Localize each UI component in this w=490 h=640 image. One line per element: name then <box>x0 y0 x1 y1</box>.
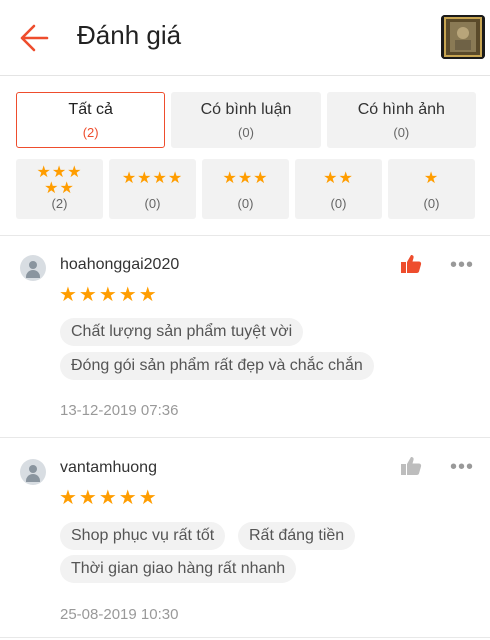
star-icons: ★★ <box>323 170 354 187</box>
star-filter-count: (2) <box>51 196 68 211</box>
filter-tab-with-image[interactable]: Có hình ảnh (0) <box>326 92 476 148</box>
arrow-left-icon <box>20 24 49 52</box>
divider <box>0 235 490 236</box>
review-tag: Chất lượng sản phẩm tuyệt vời <box>60 318 304 346</box>
review-tag: Thời gian giao hàng rất nhanh <box>60 555 297 583</box>
filter-tab-count: (0) <box>238 125 254 140</box>
star-filter-count: (0) <box>423 196 440 211</box>
filter-1-star[interactable]: ★ (0) <box>388 159 475 219</box>
review-tag: Rất đáng tiền <box>238 522 356 550</box>
filter-tab-label: Có bình luận <box>200 101 292 118</box>
filter-tab-with-comment[interactable]: Có bình luận (0) <box>171 92 321 148</box>
star-icons: ★★★★ <box>121 170 184 187</box>
page-title: Đánh giá <box>77 20 182 50</box>
filter-tab-all[interactable]: Tất cả (2) <box>16 92 166 148</box>
thumbs-up-icon <box>401 255 422 273</box>
filter-4-stars[interactable]: ★★★★ (0) <box>109 159 196 219</box>
more-options-icon[interactable]: ••• <box>450 457 474 477</box>
review-tag: Shop phục vụ rất tốt <box>60 522 226 550</box>
star-icons: ★ <box>423 170 440 187</box>
filter-tab-count: (0) <box>393 125 410 140</box>
review-date: 25-08-2019 10:30 <box>60 606 179 623</box>
review-filters: Tất cả (2) Có bình luận (0) Có hình ảnh … <box>16 92 476 219</box>
star-icons: ★★★ <box>222 170 269 187</box>
like-button[interactable] <box>400 456 422 476</box>
filter-3-stars[interactable]: ★★★ (0) <box>202 159 289 219</box>
star-filter-count: (0) <box>144 196 161 211</box>
filter-tab-label: Có hình ảnh <box>357 101 445 118</box>
review-rating-stars: ★★★★★ <box>59 487 159 509</box>
star-filter-count: (0) <box>237 196 254 211</box>
star-icons: ★★★ ★★ <box>36 164 83 197</box>
thumbs-up-icon <box>401 457 422 475</box>
review-rating-stars: ★★★★★ <box>59 284 159 306</box>
product-image <box>441 15 485 59</box>
like-button[interactable] <box>400 254 422 274</box>
product-thumbnail[interactable] <box>441 15 485 59</box>
filter-tab-label: Tất cả <box>68 101 113 118</box>
review-tag: Đóng gói sản phẩm rất đẹp và chắc chắn <box>60 352 374 380</box>
filter-tab-count: (2) <box>82 125 99 140</box>
review-username: vantamhuong <box>60 459 157 476</box>
avatar <box>20 255 46 281</box>
avatar <box>20 459 46 485</box>
filter-5-stars[interactable]: ★★★ ★★ (2) <box>16 159 103 219</box>
more-options-icon[interactable]: ••• <box>450 255 474 275</box>
user-icon <box>29 465 37 473</box>
divider <box>0 437 490 438</box>
star-filter-count: (0) <box>330 196 347 211</box>
app-header: Đánh giá <box>0 0 490 76</box>
user-icon <box>29 261 37 269</box>
divider <box>0 637 490 638</box>
filter-2-stars[interactable]: ★★ (0) <box>295 159 382 219</box>
review-date: 13-12-2019 07:36 <box>60 402 179 419</box>
back-button[interactable] <box>14 22 50 54</box>
review-username: hoahonggai2020 <box>60 256 180 273</box>
